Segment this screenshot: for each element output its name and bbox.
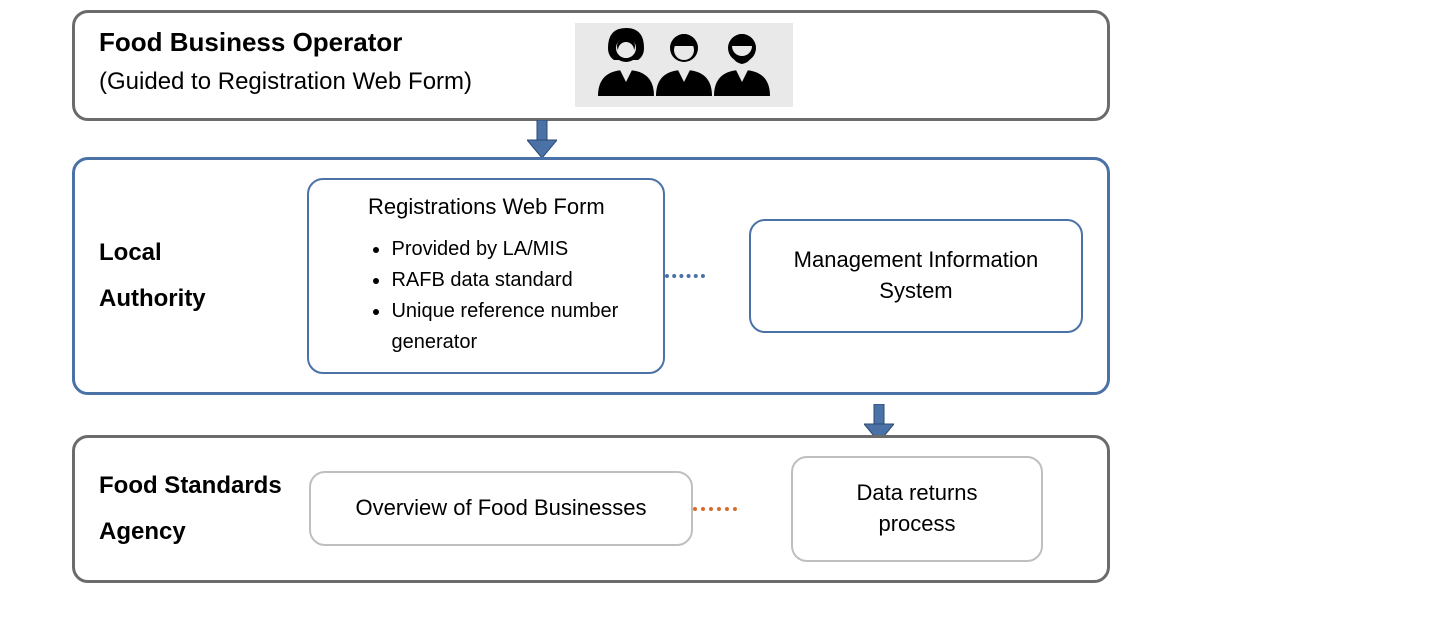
la-label-line1: Local [99,230,307,276]
data-returns-line2: process [815,509,1019,540]
fsa-label: Food Standards Agency [99,463,309,554]
mis-line1: Management Information [783,245,1049,276]
dotted-connector-blue [665,274,705,278]
arrow-down-icon [527,120,557,158]
reg-item-2: RAFB data standard [391,265,641,296]
fsa-label-line2: Agency [99,509,309,555]
reg-box-title: Registrations Web Form [331,194,641,220]
local-authority-section: Local Authority Registrations Web Form P… [72,157,1110,395]
people-icon [575,23,793,107]
reg-item-3: Unique reference number generator [391,296,641,358]
mis-line2: System [783,276,1049,307]
fsa-label-line1: Food Standards [99,463,309,509]
reg-box-list: Provided by LA/MIS RAFB data standard Un… [331,234,641,358]
fbo-section: Food Business Operator (Guided to Regist… [72,10,1110,121]
data-returns-line1: Data returns [815,478,1019,509]
la-label-line2: Authority [99,276,307,322]
fsa-section: Food Standards Agency Overview of Food B… [72,435,1110,583]
mis-box: Management Information System [749,219,1083,333]
registrations-web-form-box: Registrations Web Form Provided by LA/MI… [307,178,665,374]
dotted-connector-orange [693,507,737,511]
la-label: Local Authority [99,230,307,321]
data-returns-box: Data returns process [791,456,1043,562]
overview-box: Overview of Food Businesses [309,471,693,546]
reg-item-1: Provided by LA/MIS [391,234,641,265]
